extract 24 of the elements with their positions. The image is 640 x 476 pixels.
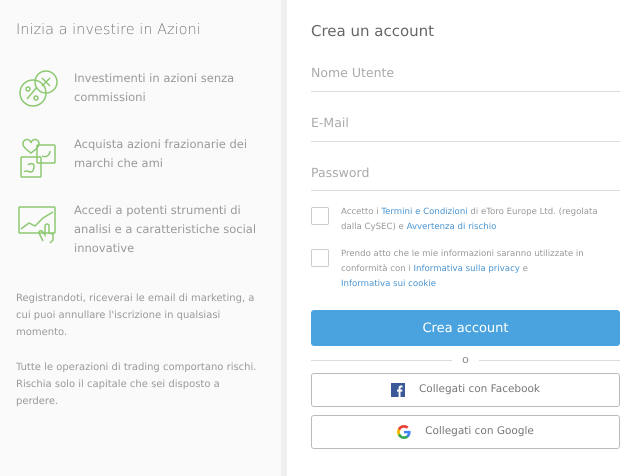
form-heading: Crea un account	[311, 22, 436, 40]
page-heading: Inizia a investire in Azioni	[16, 22, 202, 40]
consent-text: Accetto i Termini e Condizioni di eToro Europe Ltd. (regolata dalla CySEC) e Avvertenza di rischio	[341, 206, 599, 234]
consent-text: Prendo atto che le mie informazioni saranno utilizzate in conformità con i Informativa sulla privacy e Informativa sui cookie	[341, 248, 585, 292]
input-field[interactable]: Password	[311, 156, 620, 192]
consent-link[interactable]: Avvertenza di rischio	[406, 222, 496, 232]
consent-link[interactable]: Informativa sui cookie	[341, 279, 436, 290]
consent-link[interactable]: Informativa sulla privacy	[414, 264, 520, 274]
divider-text: o	[462, 352, 469, 368]
feature-text: Investimenti in azioni senza commissioni	[74, 70, 236, 106]
social-login-button[interactable]: Collegati con Facebook	[311, 372, 620, 407]
consent-link[interactable]: Termini e Condizioni	[381, 207, 468, 218]
feature-text: Acquista azioni frazionarie dei marchi che ami	[74, 136, 248, 172]
checkbox[interactable]	[311, 249, 329, 268]
disclaimer-text: Tutte le operazioni di trading comportano rischi. Rischia solo il capitale che sei disposto a perdere.	[16, 361, 258, 410]
social-login-button[interactable]: Collegati con Google	[311, 414, 620, 449]
facebook-icon	[390, 382, 405, 397]
checkbox[interactable]	[311, 207, 329, 226]
input-field[interactable]: E-Mail	[311, 106, 620, 142]
submit-button[interactable]: Crea account	[311, 310, 620, 346]
feature-text: Accedi a potenti strumenti di analisi e a caratteristiche social innovative	[74, 202, 258, 258]
google-icon	[397, 424, 412, 439]
input-field[interactable]: Nome Utente	[311, 56, 620, 92]
disclaimer-text: Registrandoti, riceverai le email di marketing, a cui puoi annullare l'iscrizione in qualsiasi momento.	[16, 292, 256, 340]
